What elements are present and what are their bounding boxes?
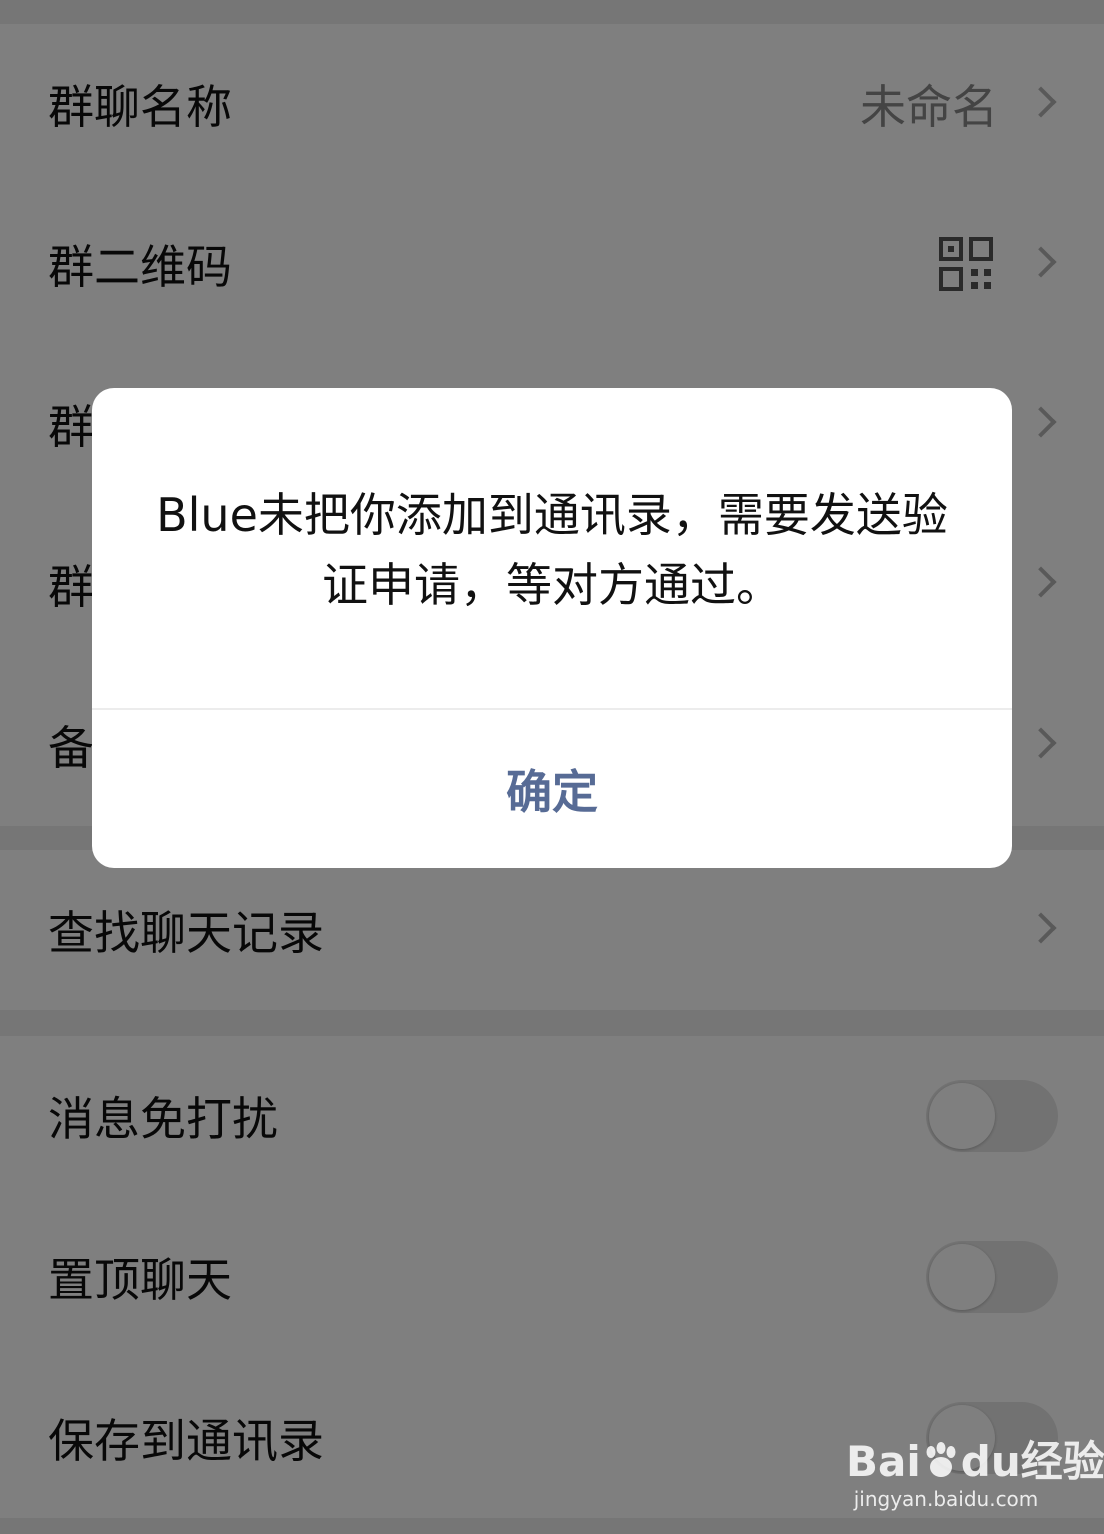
watermark-logo-text: Bai xyxy=(846,1437,921,1486)
watermark-logo-text-2: du xyxy=(960,1437,1021,1486)
dialog-message: Blue未把你添加到通讯录，需要发送验证申请，等对方通过。 xyxy=(156,488,948,612)
watermark-logo-text-3: 经验 xyxy=(1020,1437,1104,1486)
baidu-paw-icon xyxy=(926,1442,956,1477)
watermark-url: jingyan.baidu.com xyxy=(853,1487,1039,1511)
watermark-logo: Bai du经验 xyxy=(846,1437,1104,1486)
verification-dialog: Blue未把你添加到通讯录，需要发送验证申请，等对方通过。 确定 xyxy=(92,388,1012,868)
baidu-jingyan-watermark: Bai du经验 jingyan.baidu.com xyxy=(846,1437,1104,1512)
confirm-button[interactable]: 确定 xyxy=(92,710,1012,868)
